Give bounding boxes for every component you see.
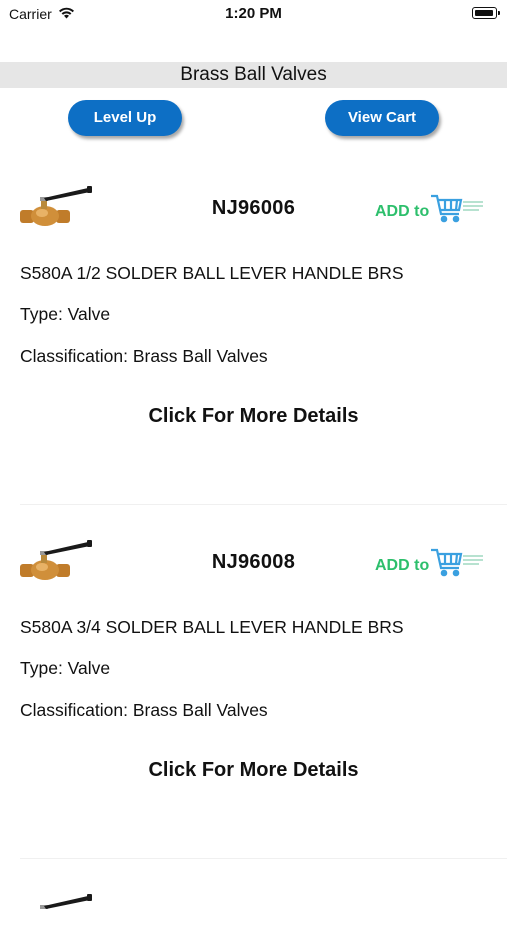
add-to-cart-button[interactable]: ADD to (375, 188, 485, 224)
divider (20, 504, 507, 505)
view-cart-button[interactable]: View Cart (325, 100, 439, 136)
level-up-button[interactable]: Level Up (68, 100, 182, 136)
battery-icon (472, 7, 500, 19)
product-classification: Classification: Brass Ball Valves (20, 700, 268, 720)
cart-icon (431, 194, 463, 223)
add-to-cart-label: ADD to (375, 557, 429, 574)
more-details-link[interactable]: Click For More Details (0, 405, 507, 428)
product-classification: Classification: Brass Ball Valves (20, 346, 268, 366)
product-description: S580A 3/4 SOLDER BALL LEVER HANDLE BRS (20, 617, 404, 637)
page-title: Brass Ball Valves (0, 62, 507, 88)
add-to-cart-button[interactable]: ADD to (375, 542, 485, 578)
add-to-cart-label: ADD to (375, 203, 429, 220)
product-type: Type: Valve (20, 658, 111, 678)
brass-valve-icon (40, 894, 92, 909)
divider (20, 858, 507, 859)
product-type: Type: Valve (20, 304, 111, 324)
product-description: S580A 1/2 SOLDER BALL LEVER HANDLE BRS (20, 263, 404, 283)
cart-icon (431, 548, 463, 577)
status-bar: Carrier 1:20 PM (0, 0, 507, 30)
more-details-link[interactable]: Click For More Details (0, 759, 507, 782)
status-time: 1:20 PM (225, 5, 282, 22)
